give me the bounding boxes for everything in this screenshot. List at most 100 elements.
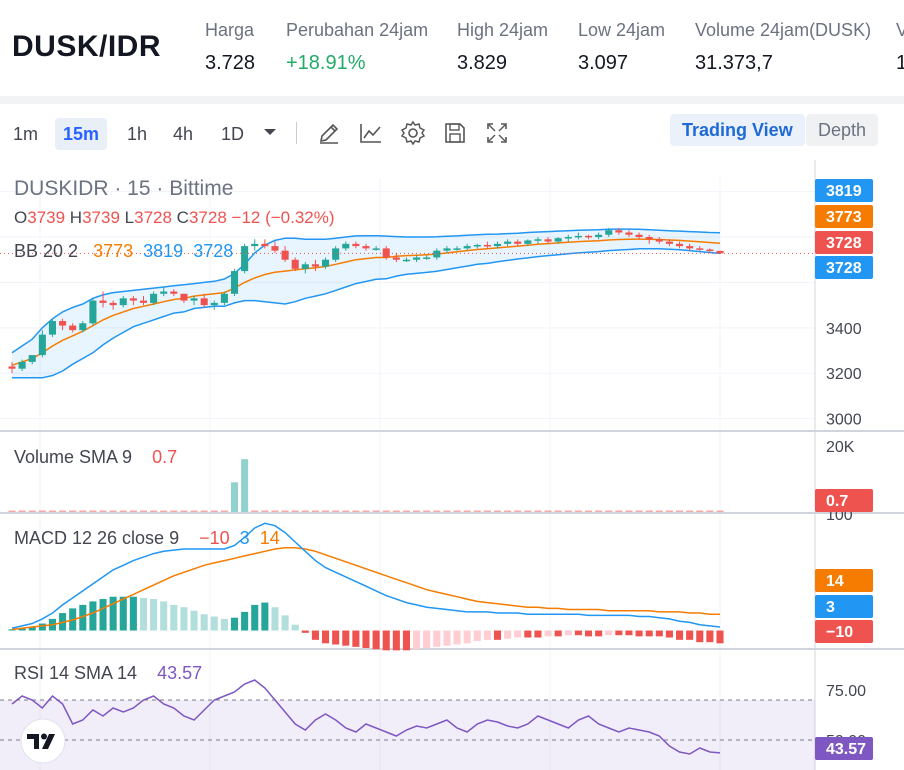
candle-body: [645, 237, 653, 240]
macd-histogram-bar: [514, 630, 522, 638]
macd-histogram-bar: [413, 630, 421, 650]
macd-histogram-bar: [524, 630, 532, 638]
volume-bar: [139, 510, 148, 512]
open-value: 3739: [27, 208, 66, 227]
macd-histogram-bar: [89, 601, 97, 631]
interval-15m[interactable]: 15m: [55, 118, 108, 150]
save-icon[interactable]: [442, 120, 468, 146]
volume-bar: [595, 510, 603, 512]
candle-body: [352, 243, 360, 247]
macd-histogram-bar: [119, 596, 127, 631]
volume-bar: [564, 510, 572, 512]
macd-histogram-bar: [473, 630, 481, 642]
volume-bar: [524, 510, 532, 512]
candle-body: [281, 250, 289, 260]
volume-bar: [413, 510, 421, 512]
volume-bar: [241, 459, 249, 512]
interval-1m[interactable]: 1m: [5, 118, 46, 150]
macd-line-value: 3: [239, 528, 250, 548]
stat-value: 3.728: [205, 52, 256, 74]
volume-bar: [362, 510, 370, 512]
toolbar-divider: [296, 122, 297, 144]
candle-body: [261, 243, 269, 247]
macd-histogram-bar: [139, 597, 148, 631]
candle-body: [230, 271, 239, 294]
volume-bar: [514, 510, 522, 512]
macd-histogram-bar: [706, 630, 714, 643]
volume-bar: [534, 510, 542, 512]
draw-icon[interactable]: [316, 120, 342, 146]
macd-histogram-bar: [190, 610, 198, 631]
stat-value: 3.097: [578, 52, 629, 74]
low-label: L: [124, 208, 135, 227]
fullscreen-icon[interactable]: [484, 120, 510, 146]
volume-bar: [473, 510, 481, 512]
settings-icon[interactable]: [400, 120, 426, 146]
macd-histogram-bar: [655, 630, 663, 637]
rsi-value: 43.57: [157, 663, 203, 683]
volume-bar: [655, 510, 663, 512]
candle-body: [635, 234, 643, 238]
price-axis: 400034003200300020K10075.0050.0038193773…: [815, 179, 873, 760]
candle-body: [615, 230, 623, 233]
macd-histogram-bar: [433, 630, 441, 647]
candle-body: [605, 230, 613, 235]
macd-histogram-bar: [493, 630, 502, 640]
volume-bar: [696, 510, 704, 512]
macd-histogram-bar: [402, 630, 410, 651]
volume-bar: [605, 510, 613, 512]
volume-bar: [28, 510, 36, 512]
stat-label: Harga: [205, 20, 255, 40]
chevron-down-icon[interactable]: [262, 124, 278, 140]
interval-1h[interactable]: 1h: [119, 118, 155, 150]
volume-bar: [706, 510, 714, 512]
stat-value: 1: [896, 52, 904, 74]
macd-histogram-bar: [301, 630, 309, 633]
volume-bar: [665, 510, 673, 512]
macd-histogram-bar: [483, 630, 491, 640]
volume-bar: [504, 510, 512, 512]
header-divider: [0, 96, 904, 104]
macd-histogram-bar: [322, 630, 330, 644]
candle-body: [696, 248, 704, 250]
volume-bar: [625, 510, 633, 512]
interval-1d[interactable]: 1D: [213, 118, 252, 150]
macd-histogram-bar: [382, 630, 390, 651]
stat-label: Low 24jam: [578, 20, 666, 40]
volume-bar: [686, 510, 694, 512]
volume-bar: [372, 510, 380, 512]
macd-histogram-bar: [534, 630, 542, 638]
interval-4h[interactable]: 4h: [165, 118, 201, 150]
trading-view-tab[interactable]: Trading View: [670, 114, 805, 146]
candle-body: [413, 257, 421, 260]
macd-histogram-bar: [615, 630, 623, 636]
volume-bar: [301, 510, 309, 512]
stat-label: Perubahan 24jam: [286, 20, 429, 40]
volume-bar: [109, 510, 117, 512]
volume-bar: [635, 510, 643, 512]
candle-body: [150, 293, 158, 303]
candle-body: [160, 291, 168, 294]
volume-bar: [423, 510, 431, 512]
candle-body: [251, 243, 259, 247]
pair-title: DUSK/IDR: [12, 30, 162, 63]
candle-body: [190, 298, 198, 301]
price-badge: 3819: [826, 183, 862, 200]
chart-panes: [0, 229, 815, 770]
volume-bar: [129, 510, 137, 512]
macd-histogram-bar: [200, 614, 208, 631]
volume-bar: [150, 510, 158, 512]
volume-bar: [544, 510, 552, 512]
tradingview-logo-icon[interactable]: [18, 718, 68, 764]
candle-body: [372, 248, 380, 250]
stat-truncated: V 1: [896, 20, 904, 75]
indicator-icon[interactable]: [358, 120, 384, 146]
macd-histogram-bar: [342, 630, 350, 646]
volume-bar: [716, 510, 724, 512]
depth-tab[interactable]: Depth: [806, 114, 879, 146]
candle-body: [322, 259, 330, 267]
macd-histogram-bar: [210, 616, 218, 631]
candle-body: [574, 235, 582, 238]
macd-badge: 3: [826, 599, 835, 616]
macd-histogram-bar: [160, 601, 168, 631]
